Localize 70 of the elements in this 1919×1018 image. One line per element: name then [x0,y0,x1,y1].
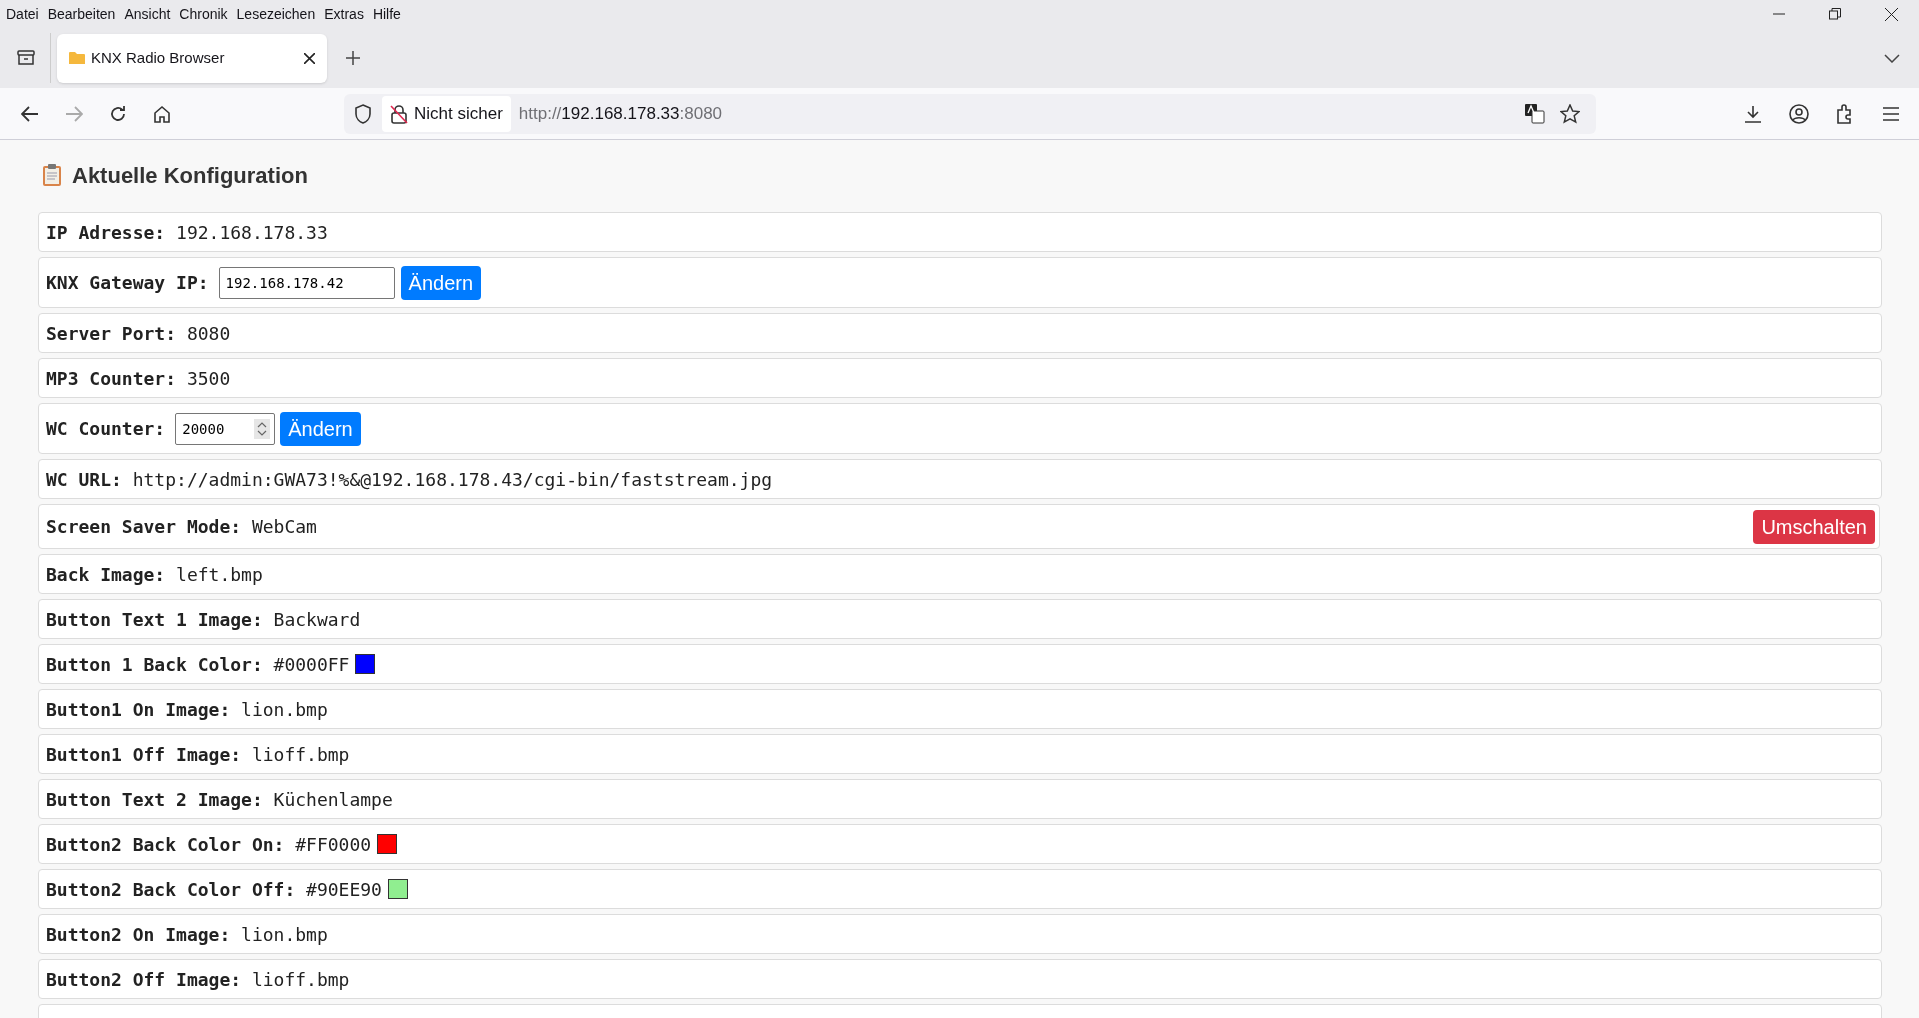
config-label: MP3 Counter: [46,366,177,391]
config-label: Button Text 2 Image: [46,787,263,812]
tab-overflow-chevron-icon[interactable] [1884,53,1900,63]
menu-item[interactable]: Hilfe [372,3,401,25]
toggle-button[interactable]: Umschalten [1753,509,1875,544]
close-window-icon[interactable] [1884,7,1898,21]
config-value: 8080 [185,321,231,346]
menu-item[interactable]: Ansicht [124,3,171,25]
config-value: WebCam [250,515,317,539]
config-value: 192.168.178.33 [175,220,328,245]
menu-item[interactable]: Extras [324,3,364,25]
address-bar[interactable]: Nicht sicher http://192.168.178.33:8080 [344,93,1596,134]
config-value: lion.bmp [240,697,328,722]
bookmark-star-icon[interactable] [1560,103,1580,124]
tab-title: KNX Radio Browser [91,47,225,68]
reload-icon[interactable] [109,104,127,123]
ip-input-field[interactable]: 192.168.178.42 [218,266,395,299]
page-heading: Aktuelle Konfiguration [72,161,308,190]
download-icon[interactable] [1744,104,1762,123]
config-label: WC Counter: [46,417,166,441]
shield-icon[interactable] [354,103,372,124]
folder-icon [69,51,85,65]
config-value: http://admin:GWA73!%&@192.168.178.43/cgi-bin/faststream.jpg [131,467,773,492]
security-indicator[interactable]: Nicht sicher [382,95,511,132]
menu-item[interactable]: Bearbeiten [47,3,116,25]
config-value: #FF0000 [294,832,372,857]
home-icon[interactable] [153,104,171,123]
change-button[interactable]: Ändern [400,265,482,300]
config-value: lion.bmp [240,922,328,947]
config-value: Backward [272,607,361,632]
new-tab-icon[interactable] [346,51,360,65]
config-value: left.bmp [175,562,263,587]
url-text[interactable]: http://192.168.178.33:8080 [518,100,723,127]
config-label: KNX Gateway IP: [46,271,209,295]
number-input-field[interactable]: 20000 [175,412,276,445]
config-value: Küchenlampe [272,787,393,812]
menu-item[interactable]: Chronik [179,3,228,25]
account-icon[interactable] [1789,103,1809,124]
browser-tab[interactable]: KNX Radio Browser [57,33,327,83]
back-icon[interactable] [21,105,39,122]
tab-list-icon[interactable] [17,50,35,66]
config-value: #0000FF [272,652,350,677]
config-label: IP Adresse: [46,220,166,245]
config-label: Button Text 1 Image: [46,607,263,632]
extensions-icon[interactable] [1836,103,1854,124]
config-value: lioff.bmp [250,967,350,992]
config-label: WC URL: [46,467,122,492]
change-button[interactable]: Ändern [280,411,361,446]
config-label: Button1 Off Image: [46,742,242,767]
clipboard-icon [42,163,62,187]
config-label: Button1 On Image: [46,697,231,722]
menu-item[interactable]: Datei [6,3,39,25]
close-tab-icon[interactable] [304,52,315,64]
config-label: Server Port: [46,321,177,346]
config-value: lioff.bmp [250,742,350,767]
config-label: Button2 Back Color On: [46,832,285,857]
config-label: Button2 Back Color Off: [46,877,296,902]
config-value: #90EE90 [305,877,382,902]
config-label: Screen Saver Mode: [46,515,242,539]
config-label: Button2 On Image: [46,922,231,947]
spinner-arrows-icon[interactable] [254,418,271,439]
config-label: Button 1 Back Color: [46,652,263,677]
config-value: 3500 [185,366,231,391]
crossed-lock-icon [390,103,408,124]
config-label: Button2 Off Image: [46,967,242,992]
menu-icon[interactable] [1883,106,1899,121]
restore-icon[interactable] [1829,8,1841,20]
translate-icon[interactable] [1524,102,1546,125]
config-label: Back Image: [46,562,166,587]
menu-item[interactable]: Lesezeichen [236,3,316,25]
